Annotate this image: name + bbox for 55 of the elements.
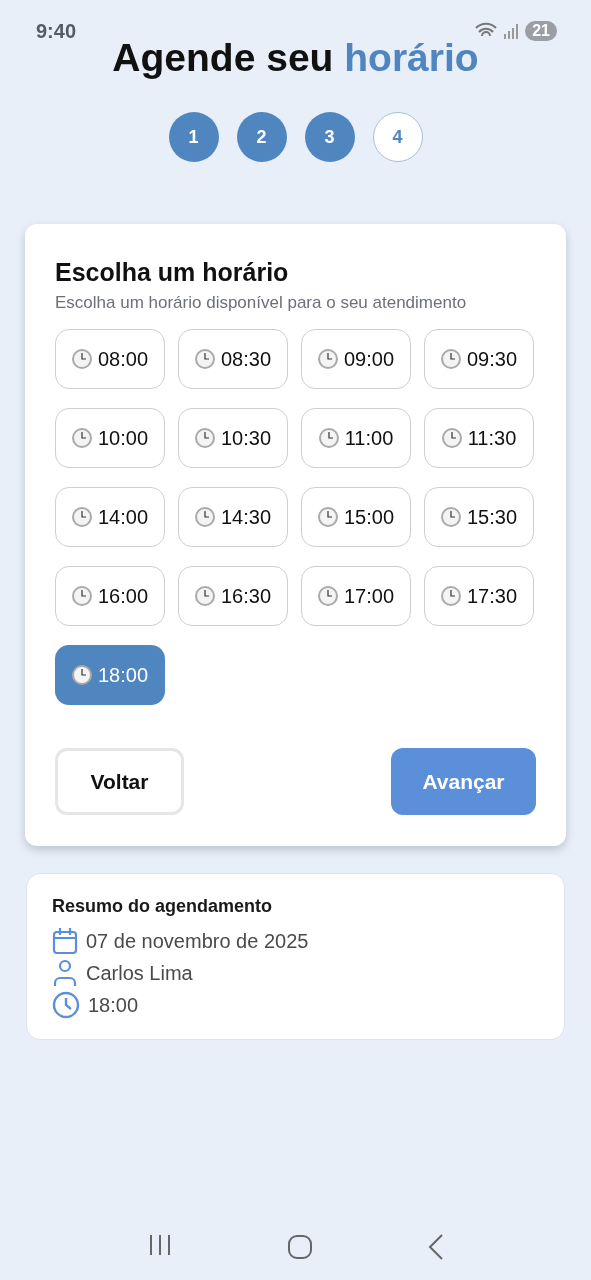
time-slot-button[interactable]: 15:30 bbox=[424, 487, 534, 547]
clock-icon bbox=[317, 349, 338, 369]
card-heading: Escolha um horário bbox=[55, 258, 290, 287]
back-button[interactable]: Voltar bbox=[55, 748, 184, 815]
clock-icon bbox=[71, 586, 92, 606]
clock-icon bbox=[71, 428, 92, 448]
clock-icon bbox=[194, 586, 215, 606]
clock-icon bbox=[441, 428, 462, 448]
person-icon bbox=[52, 959, 78, 987]
time-slot-button[interactable]: 16:00 bbox=[55, 566, 165, 626]
card-subtitle: Escolha um horário disponível para o seu atendimento bbox=[55, 293, 468, 313]
summary-text: Carlos Lima bbox=[86, 961, 193, 985]
summary-title: Resumo do agendamento bbox=[52, 896, 274, 917]
time-slot-button[interactable]: 10:00 bbox=[55, 408, 165, 468]
status-time: 9:40 bbox=[36, 19, 77, 43]
clock-icon bbox=[440, 507, 461, 527]
page-title: Agende seu horário bbox=[112, 36, 479, 80]
time-slot-button[interactable]: 11:00 bbox=[301, 408, 411, 468]
battery-level: 21 bbox=[525, 21, 557, 41]
clock-icon bbox=[52, 991, 80, 1019]
signal-icon bbox=[503, 23, 520, 39]
step-indicator: 3 bbox=[304, 112, 355, 162]
time-slot-button[interactable]: 08:00 bbox=[55, 329, 165, 389]
clock-icon bbox=[440, 586, 461, 606]
time-slot-button[interactable]: 08:30 bbox=[178, 329, 288, 389]
time-slot-button[interactable]: 16:30 bbox=[178, 566, 288, 626]
summary-text: 18:00 bbox=[88, 993, 139, 1017]
summary-text: 07 de novembro de 2025 bbox=[86, 929, 309, 953]
clock-icon bbox=[71, 665, 92, 685]
clock-icon bbox=[317, 507, 338, 527]
recent-apps-icon[interactable] bbox=[147, 1234, 172, 1256]
time-slot-button[interactable]: 09:00 bbox=[301, 329, 411, 389]
step-indicator: 2 bbox=[236, 112, 287, 162]
clock-icon bbox=[194, 428, 215, 448]
time-slot-button[interactable]: 11:30 bbox=[424, 408, 534, 468]
time-slot-button[interactable]: 15:00 bbox=[301, 487, 411, 547]
time-slot-button[interactable]: 18:00 bbox=[55, 645, 165, 705]
step-indicator: 1 bbox=[168, 112, 219, 162]
home-icon[interactable] bbox=[286, 1234, 313, 1260]
clock-icon bbox=[440, 349, 461, 369]
time-slot-button[interactable]: 17:30 bbox=[424, 566, 534, 626]
clock-icon bbox=[318, 428, 339, 448]
step-indicator: 4 bbox=[372, 112, 423, 162]
clock-icon bbox=[194, 349, 215, 369]
back-icon[interactable] bbox=[427, 1234, 444, 1260]
time-slot-button[interactable]: 17:00 bbox=[301, 566, 411, 626]
time-slot-button[interactable]: 10:30 bbox=[178, 408, 288, 468]
time-slot-button[interactable]: 14:00 bbox=[55, 487, 165, 547]
time-slot-button[interactable]: 14:30 bbox=[178, 487, 288, 547]
clock-icon bbox=[194, 507, 215, 527]
time-slot-button[interactable]: 09:30 bbox=[424, 329, 534, 389]
clock-icon bbox=[71, 507, 92, 527]
calendar-icon bbox=[52, 927, 78, 955]
clock-icon bbox=[317, 586, 338, 606]
clock-icon bbox=[71, 349, 92, 369]
